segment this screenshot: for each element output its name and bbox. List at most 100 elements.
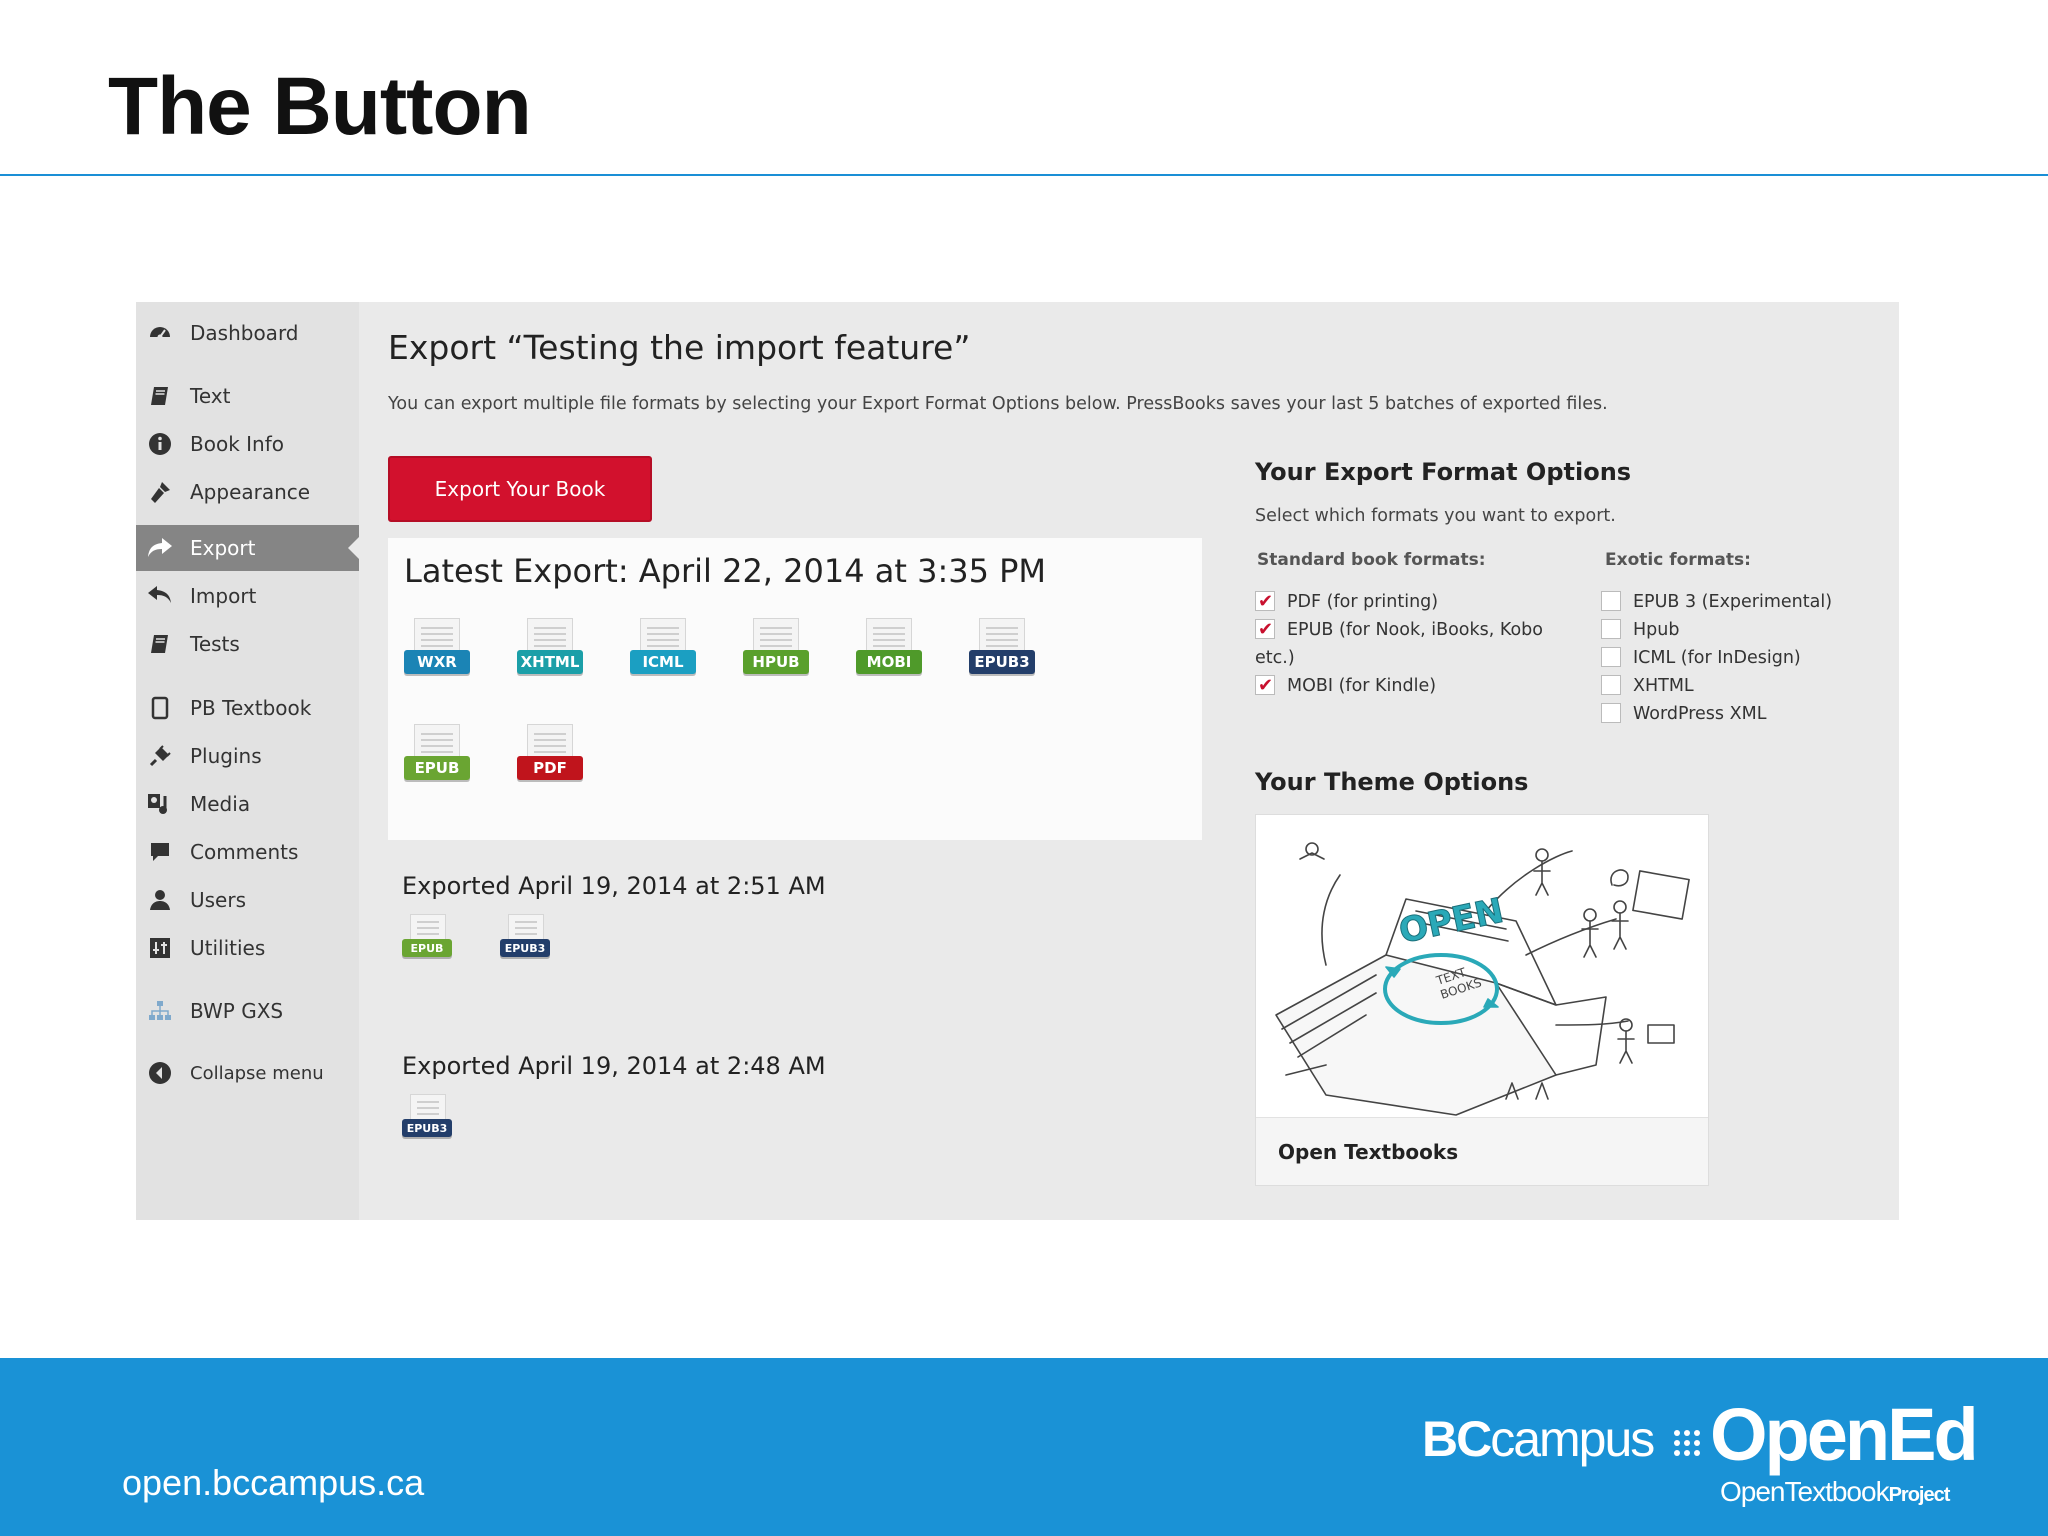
checkbox[interactable] [1601,619,1621,639]
export-file-wxr-link[interactable]: WXR [404,618,470,680]
book-icon [146,630,174,658]
sidebar-item-comments[interactable]: Comments [136,829,359,875]
format-option-xhtml[interactable]: XHTML [1601,672,1694,700]
opened-logo: OpenEd [1710,1393,1979,1476]
export-file-epub-link[interactable]: EPUB [402,914,452,962]
exotic-formats-heading: Exotic formats: [1605,550,1751,570]
format-option-label: ICML (for InDesign) [1633,648,1801,668]
slide-title: The Button [108,61,532,152]
user-icon [146,886,174,914]
checkbox[interactable] [1255,616,1275,644]
file-format-label: MOBI [856,650,922,674]
checkbox[interactable] [1255,672,1275,700]
file-format-label: HPUB [743,650,809,674]
sidebar-item-label: Comments [190,840,299,864]
checkbox[interactable] [1601,675,1621,695]
format-option-hpub[interactable]: Hpub [1601,616,1679,644]
sidebar-item-label: Users [190,888,247,912]
media-icon [146,790,174,818]
format-option-label: EPUB 3 (Experimental) [1633,592,1833,612]
latest-export-title: Latest Export: April 22, 2014 at 3:35 PM [404,552,1047,590]
format-option-pdf[interactable]: PDF (for printing) [1255,588,1438,616]
sidebar-item-export[interactable]: Export [136,525,359,571]
theme-options-title: Your Theme Options [1255,768,1529,796]
theme-name: Open Textbooks [1278,1140,1459,1164]
slide-footer: open.bccampus.ca BCcampus OpenEd OpenTex… [0,1358,2048,1536]
logo-sub-text: OpenTextbook [1720,1476,1890,1507]
sidebar-item-users[interactable]: Users [136,877,359,923]
checkbox[interactable] [1601,703,1621,723]
file-format-label: EPUB [404,756,470,780]
format-option-label: PDF (for printing) [1287,592,1439,612]
sidebar-item-bwp-gxs[interactable]: BWP GXS [136,988,359,1034]
plug-icon [146,742,174,770]
history-export-title: Exported April 19, 2014 at 2:51 AM [402,872,826,900]
format-option-mobi[interactable]: MOBI (for Kindle) [1255,672,1436,700]
brush-icon [146,478,174,506]
sidebar-item-label: Dashboard [190,321,299,345]
format-option-wordpress-xml[interactable]: WordPress XML [1601,700,1766,728]
sidebar-item-label: Book Info [190,432,284,456]
dashboard-icon [146,319,174,347]
sidebar-item-text[interactable]: Text [136,373,359,419]
collapse-menu-button[interactable]: Collapse menu [136,1050,359,1096]
sidebar-item-label: Collapse menu [190,1062,324,1084]
format-option-epub[interactable]: EPUB (for Nook, iBooks, Kobo [1255,616,1543,644]
sidebar-item-dashboard[interactable]: Dashboard [136,310,359,356]
comment-icon [146,838,174,866]
sidebar-item-import[interactable]: Import [136,573,359,619]
sidebar-item-tests[interactable]: Tests [136,621,359,667]
page-description: You can export multiple file formats by … [388,394,1608,414]
info-icon [146,430,174,458]
export-your-book-button[interactable]: Export Your Book [388,456,652,522]
sidebar-item-book-info[interactable]: Book Info [136,421,359,467]
theme-screenshot: OPEN TEXT BOOKS [1256,815,1708,1117]
theme-card[interactable]: OPEN TEXT BOOKS Open Textbooks [1255,814,1709,1186]
sidebar-item-plugins[interactable]: Plugins [136,733,359,779]
export-file-xhtml-link[interactable]: XHTML [517,618,583,680]
export-file-epub3-link[interactable]: EPUB3 [500,914,550,962]
reply-arrow-icon [146,582,174,610]
sidebar-item-appearance[interactable]: Appearance [136,469,359,515]
checkbox[interactable] [1601,647,1621,667]
tools-icon [146,934,174,962]
sidebar-item-utilities[interactable]: Utilities [136,925,359,971]
title-divider [0,174,2048,176]
format-option-label: WordPress XML [1633,704,1767,724]
file-format-label: EPUB3 [402,1119,452,1137]
checkbox[interactable] [1255,588,1275,616]
export-file-hpub-link[interactable]: HPUB [743,618,809,680]
format-option-label: XHTML [1633,676,1694,696]
file-format-label: EPUB3 [969,650,1035,674]
file-format-label: ICML [630,650,696,674]
history-export-title: Exported April 19, 2014 at 2:48 AM [402,1052,826,1080]
sidebar-item-media[interactable]: Media [136,781,359,827]
sidebar-item-pb-textbook[interactable]: PB Textbook [136,685,359,731]
format-option-label-continuation: etc.) [1255,648,1295,668]
export-file-epub3-link[interactable]: EPUB3 [969,618,1035,680]
export-file-pdf-link[interactable]: PDF [517,724,583,786]
file-format-label: EPUB [402,939,452,957]
sidebar-item-label: Export [190,536,256,560]
collapse-icon [146,1059,174,1087]
format-option-icml[interactable]: ICML (for InDesign) [1601,644,1801,672]
file-format-label: WXR [404,650,470,674]
export-options-title: Your Export Format Options [1255,458,1632,486]
logo-bc-text: BC [1422,1411,1492,1467]
sitemap-icon [146,997,174,1025]
export-file-epub-link[interactable]: EPUB [404,724,470,786]
export-file-icml-link[interactable]: ICML [630,618,696,680]
sidebar-item-label: Import [190,584,257,608]
checkbox[interactable] [1601,591,1621,611]
export-options-description: Select which formats you want to export. [1255,506,1616,526]
latest-export-panel: Latest Export: April 22, 2014 at 3:35 PM… [388,538,1202,840]
admin-sidebar: Dashboard Text Book Info Appearance Expo… [136,302,359,1220]
export-file-epub3-link[interactable]: EPUB3 [402,1094,452,1142]
sidebar-item-label: Text [190,384,231,408]
file-format-label: XHTML [517,650,583,674]
open-textbook-project-logo: OpenTextbookProject [1720,1476,1950,1508]
sidebar-item-label: Utilities [190,936,266,960]
logo-dots-icon [1674,1430,1700,1456]
format-option-epub3[interactable]: EPUB 3 (Experimental) [1601,588,1832,616]
export-file-mobi-link[interactable]: MOBI [856,618,922,680]
